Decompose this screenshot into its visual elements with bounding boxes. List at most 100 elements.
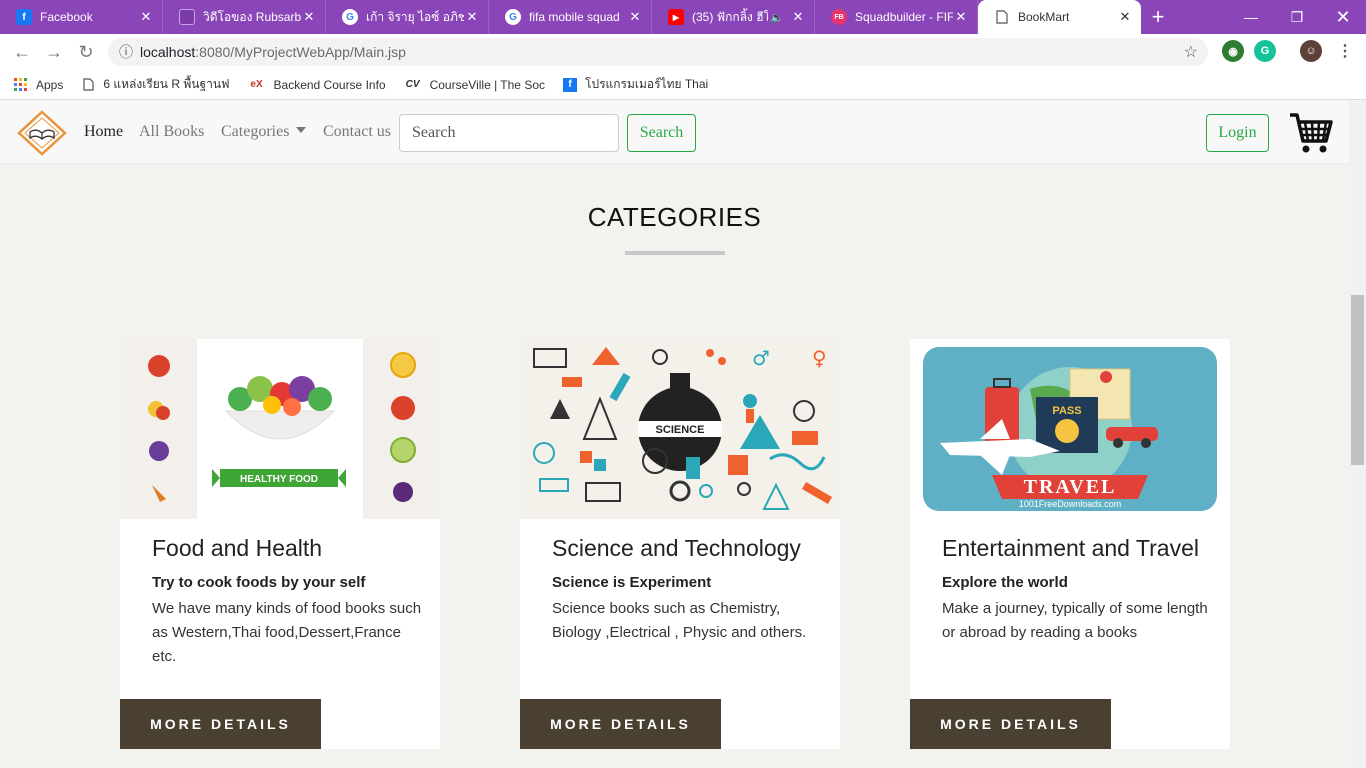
new-tab-button[interactable]: + (1141, 0, 1175, 34)
card-title: Food and Health (152, 535, 323, 561)
image-watermark: 1001FreeDownloads.com (1019, 499, 1122, 509)
categories-heading: CATEGORIES (587, 202, 762, 232)
twitch-icon (179, 9, 195, 25)
heading-underline (625, 251, 725, 255)
image-label: HEALTHY FOOD (240, 474, 318, 485)
bookmark-courseville[interactable]: CV CourseVille | The Soc (404, 78, 545, 92)
bookmark-star-icon[interactable]: ☆ (1184, 42, 1198, 62)
image-label: TRAVEL (1024, 476, 1117, 498)
food-health-image: HEALTHY FOOD (120, 339, 440, 519)
browser-toolbar: ← → ↻ ⓘ localhost:8080/MyProjectWebApp/M… (0, 34, 1366, 70)
reload-icon[interactable]: ↻ (70, 36, 102, 68)
bookmark-label: CourseVille | The Soc (429, 77, 545, 92)
google-icon: G (342, 9, 358, 25)
tab-title: fifa mobile squad (529, 10, 620, 24)
url-path: :8080/MyProjectWebApp/Main.jsp (195, 44, 406, 60)
svg-text:♂: ♂ (752, 346, 770, 370)
grammarly-icon[interactable]: G (1254, 40, 1276, 62)
browser-tab-google-1[interactable]: G เก้า จิรายุ ไอซ์ อภิชฎ ✕ (326, 0, 489, 34)
facebook-icon: f (16, 9, 32, 25)
close-icon[interactable]: ✕ (1117, 9, 1133, 25)
apps-icon (14, 78, 27, 91)
site-navbar: Home All Books Categories Contact us Sea… (0, 101, 1349, 164)
bookmark-thai-programmer[interactable]: f โปรแกรมเมอร์ไทย Thai (563, 75, 708, 94)
tab-title: วิดีโอของ Rubsarb - (203, 9, 301, 24)
image-label: SCIENCE (656, 424, 705, 436)
search-button[interactable]: Search (627, 114, 696, 152)
entertainment-travel-image: PASS TRAVEL 1001FreeDownloads.com (910, 339, 1230, 519)
edx-icon: eX (250, 79, 263, 90)
science-technology-image: ♂ ♀ SCIENCE (520, 339, 840, 519)
browser-tab-futbin[interactable]: FB Squadbuilder - FIF ✕ (815, 0, 978, 34)
card-subtitle: Explore the world (942, 574, 1068, 591)
card-title: Entertainment and Travel (942, 535, 1199, 561)
tab-title: Squadbuilder - FIF (855, 10, 953, 24)
minimize-icon[interactable]: — (1228, 0, 1274, 34)
url-text: localhost:8080/MyProjectWebApp/Main.jsp (140, 44, 406, 60)
shopping-cart-icon[interactable] (1288, 111, 1334, 155)
browser-tab-twitch[interactable]: วิดีโอของ Rubsarb - ✕ (163, 0, 326, 34)
search-input[interactable] (399, 114, 619, 152)
nav-contact-link[interactable]: Contact us (323, 123, 391, 141)
card-description: We have many kinds of food books such as… (152, 600, 422, 665)
restore-icon[interactable]: ❐ (1274, 0, 1320, 34)
nav-all-books-link[interactable]: All Books (139, 123, 204, 141)
courseville-icon: CV (405, 79, 420, 90)
bookmark-apps[interactable]: Apps (14, 78, 63, 92)
bookmark-edx[interactable]: eX Backend Course Info (248, 77, 386, 92)
close-icon[interactable]: ✕ (627, 9, 643, 25)
nav-categories-dropdown[interactable]: Categories (221, 123, 307, 141)
close-icon[interactable]: ✕ (138, 9, 154, 25)
forward-icon[interactable]: → (38, 36, 70, 68)
close-icon[interactable]: ✕ (953, 9, 969, 25)
bookmark-label: Backend Course Info (273, 77, 386, 92)
svg-text:♀: ♀ (812, 346, 827, 370)
bookmart-logo[interactable] (16, 109, 68, 157)
address-bar[interactable]: ⓘ localhost:8080/MyProjectWebApp/Main.js… (108, 38, 1208, 66)
browser-tab-google-2[interactable]: G fifa mobile squad ✕ (489, 0, 652, 34)
page-icon (994, 9, 1010, 25)
category-card-travel: PASS TRAVEL 1001FreeDownloads.com Entert… (910, 339, 1230, 749)
tab-title: เก้า จิรายุ ไอซ์ อภิชฎ (366, 9, 464, 24)
nav-categories-label: Categories (221, 123, 290, 140)
speaker-icon[interactable]: 🔈 (770, 11, 784, 24)
page-viewport: Home All Books Categories Contact us Sea… (0, 101, 1366, 768)
bookmark-r-tutorials[interactable]: 6 แหล่งเรียน R พื้นฐานฟ (81, 75, 230, 94)
back-icon[interactable]: ← (6, 36, 38, 68)
card-title: Science and Technology (552, 535, 801, 561)
google-icon: G (505, 9, 521, 25)
url-host: localhost (140, 44, 196, 60)
browser-tab-youtube[interactable]: ▶ (35) ฟักกลิ้ง ฮีโ 🔈 ✕ (652, 0, 815, 34)
scrollbar-thumb[interactable] (1351, 295, 1364, 465)
more-details-button[interactable]: MORE DETAILS (120, 699, 321, 749)
page-scrollbar[interactable] (1349, 101, 1366, 768)
tab-title: (35) ฟักกลิ้ง ฮีโ (692, 9, 769, 24)
close-icon[interactable]: ✕ (301, 9, 317, 25)
image-label: PASS (1052, 405, 1081, 417)
close-icon[interactable]: ✕ (464, 9, 480, 25)
menu-icon[interactable]: ⋮ (1334, 40, 1356, 62)
bookmarks-bar: Apps 6 แหล่งเรียน R พื้นฐานฟ eX Backend … (0, 70, 1366, 100)
tab-title: BookMart (1018, 10, 1070, 24)
browser-tab-bookmart[interactable]: BookMart ✕ (978, 0, 1141, 34)
profile-avatar[interactable]: ☺ (1300, 40, 1322, 62)
page-icon (81, 78, 95, 92)
close-icon[interactable]: ✕ (790, 9, 806, 25)
info-icon[interactable]: ⓘ (112, 42, 140, 62)
facebook-icon: f (563, 77, 577, 92)
nav-home-link[interactable]: Home (84, 123, 123, 141)
more-details-button[interactable]: MORE DETAILS (520, 699, 721, 749)
globe-extension-icon[interactable]: ◉ (1222, 40, 1244, 62)
category-card-food: HEALTHY FOOD Food and Health Try to cook… (120, 339, 440, 749)
bookmark-label: 6 แหล่งเรียน R พื้นฐานฟ (103, 77, 230, 91)
window-close-icon[interactable]: ✕ (1320, 0, 1366, 34)
card-subtitle: Science is Experiment (552, 574, 712, 591)
login-button[interactable]: Login (1206, 114, 1269, 152)
category-card-science: ♂ ♀ SCIENCE Science and Technology Scien… (520, 339, 840, 749)
tab-title: Facebook (40, 10, 93, 24)
browser-tab-facebook[interactable]: f Facebook ✕ (0, 0, 163, 34)
futbin-icon: FB (831, 9, 847, 25)
browser-tab-strip: f Facebook ✕ วิดีโอของ Rubsarb - ✕ G เก้… (0, 0, 1366, 34)
youtube-icon: ▶ (668, 9, 684, 25)
more-details-button[interactable]: MORE DETAILS (910, 699, 1111, 749)
